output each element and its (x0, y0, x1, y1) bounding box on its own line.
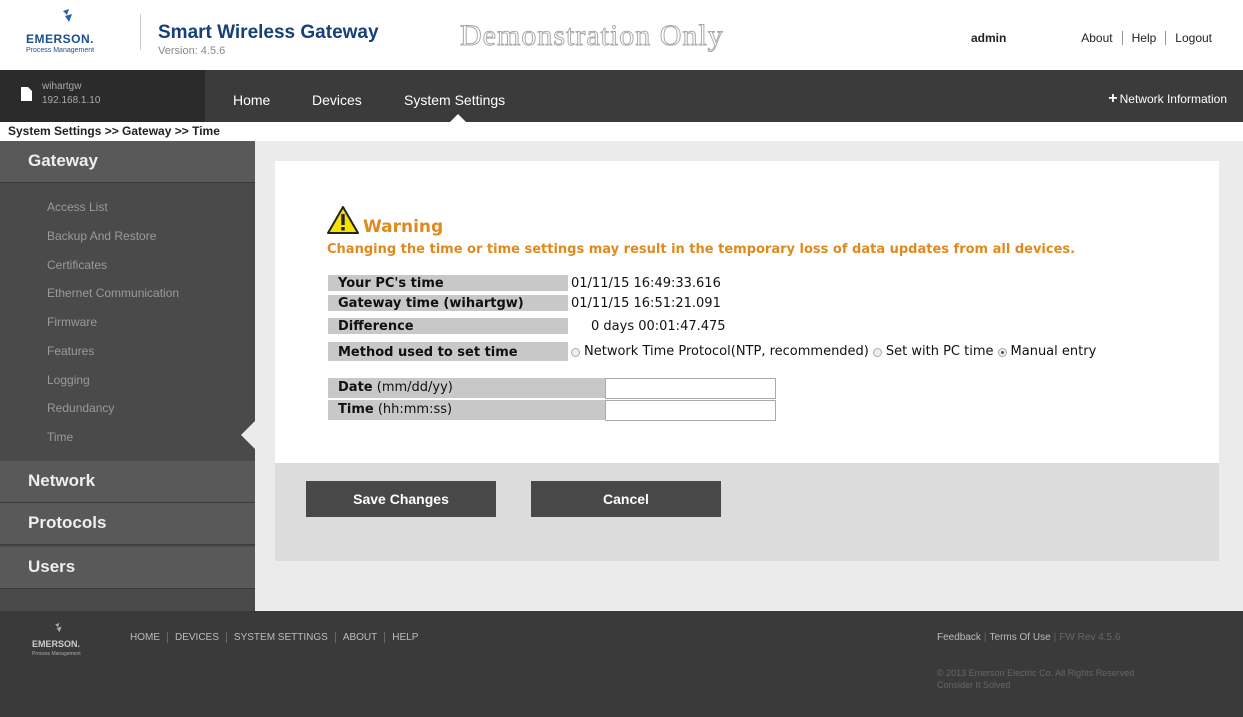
gateway-time-label: Gateway time (wihartgw) (328, 295, 568, 313)
breadcrumb: System Settings >> Gateway >> Time (8, 124, 220, 138)
sidebar-item-features[interactable]: Features (47, 344, 94, 358)
method-option-label: Manual entry (1010, 344, 1097, 359)
logout-link[interactable]: Logout (1165, 31, 1221, 45)
header-divider (140, 14, 141, 50)
time-settings-card: Warning Changing the time or time settin… (275, 161, 1219, 463)
gateway-info: wihartgw 192.168.1.10 (0, 70, 205, 122)
current-user: admin (971, 31, 1007, 45)
footer-link-system-settings[interactable]: SYSTEM SETTINGS (225, 632, 335, 643)
firmware-revision: FW Rev 4.5.6 (1059, 632, 1121, 643)
footer-link-devices[interactable]: DEVICES (167, 632, 226, 643)
gateway-icon (21, 87, 32, 101)
method-option-manual[interactable]: Manual entry (997, 343, 1097, 361)
app-version: Version: 4.5.6 (158, 45, 226, 57)
method-label: Method used to set time (328, 342, 568, 363)
radio-manual-selected[interactable] (997, 347, 1007, 357)
terms-of-use-link[interactable]: Terms Of Use (990, 632, 1051, 643)
radio-pc-time[interactable] (872, 347, 882, 357)
sidebar-section-gateway[interactable]: Gateway (0, 141, 255, 183)
about-link[interactable]: About (1072, 31, 1121, 45)
gateway-ip: 192.168.1.10 (42, 95, 101, 106)
logo-subtitle: Process Management (26, 47, 95, 54)
method-option-ntp[interactable]: Network Time Protocol(NTP, recommended) (571, 343, 869, 361)
time-format-hint: (hh:mm:ss) (377, 402, 453, 417)
copyright-text: © 2013 Emerson Electric Co. All Rights R… (937, 668, 1135, 678)
feedback-link[interactable]: Feedback (937, 632, 981, 643)
sidebar-section-label: Network (28, 471, 96, 490)
footer-link-about[interactable]: ABOUT (334, 632, 384, 643)
main-content: Warning Changing the time or time settin… (255, 141, 1243, 611)
save-changes-button[interactable]: Save Changes (306, 481, 496, 517)
gateway-name: wihartgw (42, 81, 82, 92)
sidebar-item-certificates[interactable]: Certificates (47, 258, 107, 272)
help-link[interactable]: Help (1121, 31, 1166, 45)
date-field-label: Date (mm/dd/yy) (328, 378, 605, 399)
tagline-text: Consider It Solved (937, 680, 1011, 690)
sidebar-item-backup-and-restore[interactable]: Backup And Restore (47, 229, 156, 243)
warning-icon (327, 206, 359, 234)
top-links: About Help Logout (1072, 31, 1221, 45)
footer-brand-subtitle: Process Management (32, 651, 81, 657)
sidebar-item-ethernet-communication[interactable]: Ethernet Communication (47, 286, 179, 300)
plus-icon: + (1108, 90, 1118, 107)
sidebar-section-label: Protocols (28, 513, 107, 532)
sidebar-section-protocols[interactable]: Protocols (0, 503, 255, 545)
main-nav: wihartgw 192.168.1.10 Home Devices Syste… (0, 70, 1243, 122)
warning-message: Changing the time or time settings may r… (327, 242, 1076, 257)
active-sidebar-indicator (241, 421, 255, 449)
sidebar-item-logging[interactable]: Logging (47, 373, 90, 387)
sidebar-section-network[interactable]: Network (0, 461, 255, 503)
footer-copyright: © 2013 Emerson Electric Co. All Rights R… (937, 667, 1134, 691)
nav-home[interactable]: Home (233, 92, 270, 108)
network-information-button[interactable]: + Network Information (1108, 90, 1227, 107)
footer-brand: EMERSON. (32, 639, 81, 649)
nav-system-settings[interactable]: System Settings (404, 92, 505, 108)
difference-label: Difference (328, 318, 568, 336)
sidebar-item-access-list[interactable]: Access List (47, 200, 108, 214)
footer-link-help[interactable]: HELP (384, 632, 425, 643)
time-label: Time (338, 402, 374, 417)
cancel-button[interactable]: Cancel (531, 481, 721, 517)
sidebar-section-users[interactable]: Users (0, 547, 255, 589)
sidebar-section-label: Gateway (28, 151, 98, 170)
sidebar-item-firmware[interactable]: Firmware (47, 315, 97, 329)
method-option-label: Set with PC time (885, 344, 994, 359)
warning-title: Warning (363, 217, 444, 237)
time-input[interactable] (605, 400, 776, 421)
gateway-time-value: 01/11/15 16:51:21.091 (571, 296, 721, 311)
demo-banner: Demonstration Only (460, 19, 724, 53)
logo-brand: EMERSON. (26, 32, 95, 46)
header: EMERSON. Process Management Smart Wirele… (0, 0, 1243, 70)
pc-time-value: 01/11/15 16:49:33.616 (571, 276, 721, 291)
date-input[interactable] (605, 378, 776, 399)
footer-links: HOME DEVICES SYSTEM SETTINGS ABOUT HELP (130, 632, 425, 643)
emerson-logo[interactable]: EMERSON. Process Management (26, 9, 126, 59)
method-option-label: Network Time Protocol(NTP, recommended) (584, 344, 869, 359)
footer-meta: Feedback | Terms Of Use | FW Rev 4.5.6 (937, 632, 1120, 643)
method-radio-group: Network Time Protocol(NTP, recommended) … (571, 343, 1100, 361)
time-field-label: Time (hh:mm:ss) (328, 400, 605, 421)
footer-separator: | (1053, 632, 1057, 643)
network-information-label: Network Information (1119, 92, 1227, 106)
sidebar-section-label: Users (28, 557, 76, 576)
emerson-drop-icon (55, 623, 62, 633)
footer: EMERSON. Process Management HOME DEVICES… (0, 611, 1243, 717)
difference-value: 0 days 00:01:47.475 (591, 319, 726, 334)
time-settings-panel: Warning Changing the time or time settin… (275, 161, 1219, 561)
sidebar: Gateway Access List Backup And Restore C… (0, 141, 255, 611)
app-title: Smart Wireless Gateway (158, 22, 379, 43)
pc-time-label: Your PC's time (328, 275, 568, 293)
footer-separator: | (983, 632, 987, 643)
sidebar-item-time[interactable]: Time (47, 430, 73, 444)
emerson-drop-icon (63, 9, 72, 22)
active-nav-indicator (450, 114, 466, 122)
radio-ntp[interactable] (571, 347, 580, 357)
method-option-pc-time[interactable]: Set with PC time (872, 343, 994, 361)
footer-logo[interactable]: EMERSON. Process Management (32, 621, 92, 666)
sidebar-item-redundancy[interactable]: Redundancy (47, 401, 114, 415)
footer-link-home[interactable]: HOME (130, 632, 167, 643)
date-format-hint: (mm/dd/yy) (376, 380, 453, 395)
date-label: Date (338, 380, 373, 395)
nav-devices[interactable]: Devices (312, 92, 362, 108)
